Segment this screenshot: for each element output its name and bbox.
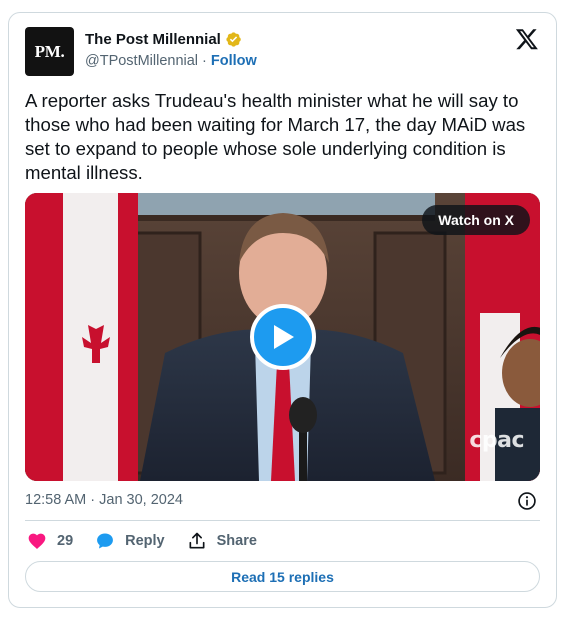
reply-label: Reply xyxy=(125,533,165,549)
info-icon[interactable] xyxy=(517,491,537,511)
share-label: Share xyxy=(216,533,257,549)
channel-watermark: cpac xyxy=(469,428,524,453)
play-icon xyxy=(274,325,294,349)
watch-on-x-button[interactable]: Watch on X xyxy=(422,205,530,235)
video-player[interactable]: Watch on X cpac xyxy=(25,193,540,481)
author-handle[interactable]: @TPostMillennial xyxy=(85,53,198,69)
read-replies-button[interactable]: Read 15 replies xyxy=(25,561,540,592)
author-handle-row: @TPostMillennial · Follow xyxy=(85,53,257,69)
share-icon xyxy=(189,532,205,549)
tweet-card: PM. The Post Millennial @TPostMillennial… xyxy=(8,12,557,608)
author-name-row: The Post Millennial xyxy=(85,31,242,48)
avatar-logo-text: PM. xyxy=(34,41,65,61)
divider xyxy=(25,520,540,521)
x-logo-icon[interactable] xyxy=(515,27,539,51)
heart-icon xyxy=(28,533,46,549)
like-button[interactable]: 29 xyxy=(27,531,73,551)
author-display-name[interactable]: The Post Millennial xyxy=(85,31,221,48)
action-bar: 29 Reply Share xyxy=(27,529,279,553)
follow-button[interactable]: Follow xyxy=(211,53,257,69)
share-button[interactable]: Share xyxy=(187,531,257,551)
avatar[interactable]: PM. xyxy=(25,27,74,76)
verified-badge-icon xyxy=(226,32,241,47)
likes-count: 29 xyxy=(57,533,74,549)
tweet-timestamp[interactable]: 12:58 AM · Jan 30, 2024 xyxy=(25,492,183,508)
reply-button[interactable]: Reply xyxy=(95,531,165,551)
play-button[interactable] xyxy=(250,304,316,370)
tweet-text: A reporter asks Trudeau's health ministe… xyxy=(25,90,526,183)
handle-separator: · xyxy=(202,53,207,69)
reply-bubble-icon xyxy=(97,533,114,549)
